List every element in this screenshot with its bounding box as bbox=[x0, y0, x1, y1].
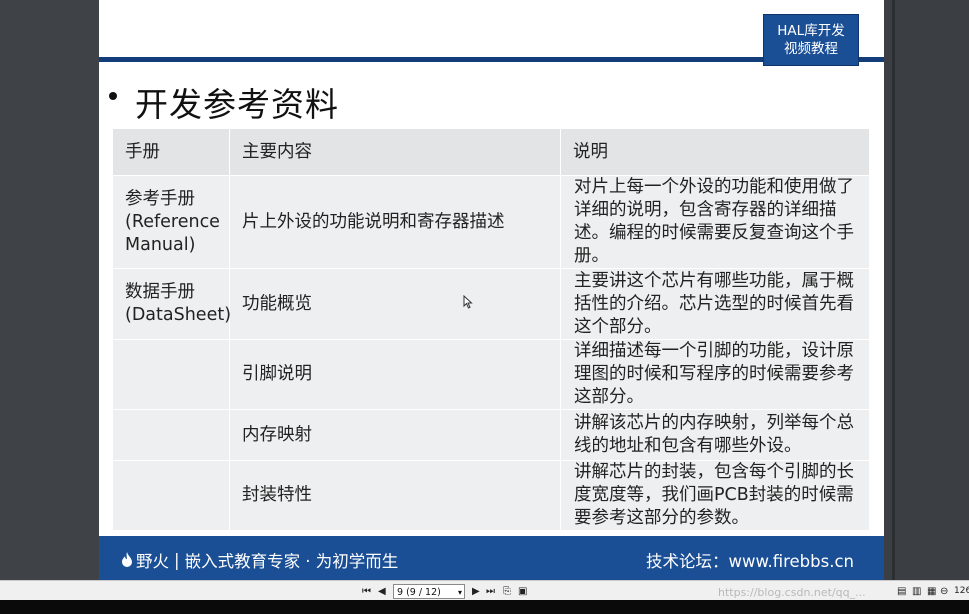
desc-cell: 主要讲这个芯片有哪些功能，属于概括性的介绍。芯片选型的时候首先看这个部分。 bbox=[560, 268, 870, 340]
content-cell: 内存映射 bbox=[229, 409, 561, 461]
chevron-down-icon: ▾ bbox=[457, 588, 462, 597]
export-icon[interactable]: ▣ bbox=[518, 585, 527, 598]
zoom-level: 126 bbox=[954, 586, 969, 596]
table-row: 封装特性 讲解芯片的封装，包含每个引脚的长度宽度等，我们画PCB封装的时候需要参… bbox=[112, 460, 870, 531]
page-selector[interactable]: 9 (9 / 12) ▾ bbox=[393, 584, 465, 599]
table-row: 内存映射 讲解该芯片的内存映射，列举每个总线的地址和包含有哪些外设。 bbox=[112, 409, 870, 461]
first-page-icon[interactable]: ⏮ bbox=[362, 585, 371, 598]
forum-link: 技术论坛：www.firebbs.cn bbox=[646, 552, 854, 571]
zoom-out-icon[interactable]: ⊖ bbox=[940, 585, 948, 598]
manual-cell bbox=[112, 460, 230, 531]
brand-name: 野火 bbox=[136, 552, 169, 571]
manual-cell bbox=[112, 409, 230, 461]
manual-english: (DataSheet) bbox=[125, 305, 232, 325]
fit-page-icon[interactable]: ▥ bbox=[912, 585, 921, 598]
view-mode-icon[interactable]: ▤ bbox=[897, 585, 906, 598]
copy-icon[interactable]: ⎘ bbox=[503, 585, 511, 598]
hal-badge: HAL库开发 视频教程 bbox=[763, 14, 859, 66]
last-page-icon[interactable]: ⏭ bbox=[486, 585, 495, 598]
page-value: 9 (9 / 12) bbox=[397, 587, 441, 598]
table-row: 数据手册 (DataSheet) 功能概览 主要讲这个芯片有哪些功能，属于概括性… bbox=[112, 268, 870, 340]
header-desc: 说明 bbox=[560, 128, 870, 176]
manual-english: (Reference bbox=[125, 211, 220, 232]
reference-table: 手册 主要内容 说明 参考手册 (Reference Manual) 片上外设的… bbox=[112, 128, 870, 531]
slide-footer: 野火 | 嵌入式教育专家 · 为初学而生 技术论坛：www.firebbs.cn bbox=[99, 536, 884, 580]
table-row: 参考手册 (Reference Manual) 片上外设的功能说明和寄存器描述 … bbox=[112, 175, 870, 269]
desc-cell: 讲解该芯片的内存映射，列举每个总线的地址和包含有哪些外设。 bbox=[560, 409, 870, 461]
table-row: 引脚说明 详细描述每一个引脚的功能，设计原理图的时候和写程序的时候需要参考这部分… bbox=[112, 339, 870, 410]
slide: HAL库开发 视频教程 开发参考资料 手册 主要内容 说明 参考手册 (Refe… bbox=[99, 0, 884, 580]
bottom-strip bbox=[0, 600, 969, 614]
content-cell: 片上外设的功能说明和寄存器描述 bbox=[229, 175, 561, 269]
mouse-cursor-icon bbox=[463, 294, 473, 313]
desc-cell: 详细描述每一个引脚的功能，设计原理图的时候和写程序的时候需要参考这部分。 bbox=[560, 339, 870, 410]
header-manual: 手册 bbox=[112, 128, 230, 176]
badge-line2: 视频教程 bbox=[784, 41, 838, 57]
manual-name: 数据手册 bbox=[125, 282, 195, 302]
panel-divider bbox=[892, 0, 895, 580]
header-content: 主要内容 bbox=[229, 128, 561, 176]
manual-cell: 数据手册 (DataSheet) bbox=[112, 268, 232, 340]
content-cell: 功能概览 bbox=[229, 268, 561, 340]
brand-divider: | bbox=[174, 550, 180, 570]
table-header-row: 手册 主要内容 说明 bbox=[112, 128, 870, 176]
next-page-icon[interactable]: ▶ bbox=[472, 585, 480, 598]
badge-line1: HAL库开发 bbox=[777, 23, 845, 39]
flame-icon bbox=[122, 552, 132, 567]
viewer-right-panel bbox=[884, 0, 969, 580]
slide-title: 开发参考资料 bbox=[135, 85, 339, 124]
desc-cell: 讲解芯片的封装，包含每个引脚的长度宽度等，我们画PCB封装的时候需要参考这部分的… bbox=[560, 460, 870, 531]
manual-name: 参考手册 bbox=[125, 188, 195, 209]
bullet-icon bbox=[109, 92, 117, 100]
manual-cell: 参考手册 (Reference Manual) bbox=[112, 175, 230, 269]
manual-cell bbox=[112, 339, 230, 410]
content-cell: 封装特性 bbox=[229, 460, 561, 531]
prev-page-icon[interactable]: ◀ bbox=[378, 585, 386, 598]
brand-slogan: 嵌入式教育专家 · 为初学而生 bbox=[184, 552, 399, 571]
footer-brand: 野火 | 嵌入式教育专家 · 为初学而生 bbox=[121, 548, 398, 572]
manual-english-2: Manual) bbox=[125, 234, 196, 255]
content-cell: 引脚说明 bbox=[229, 339, 561, 410]
desc-cell: 对片上每一个外设的功能和使用做了详细的说明，包含寄存器的详细描述。编程的时候需要… bbox=[560, 175, 870, 269]
watermark-text: https://blog.csdn.net/qq_... bbox=[718, 586, 866, 599]
grid-view-icon[interactable]: ▦ bbox=[927, 585, 936, 598]
